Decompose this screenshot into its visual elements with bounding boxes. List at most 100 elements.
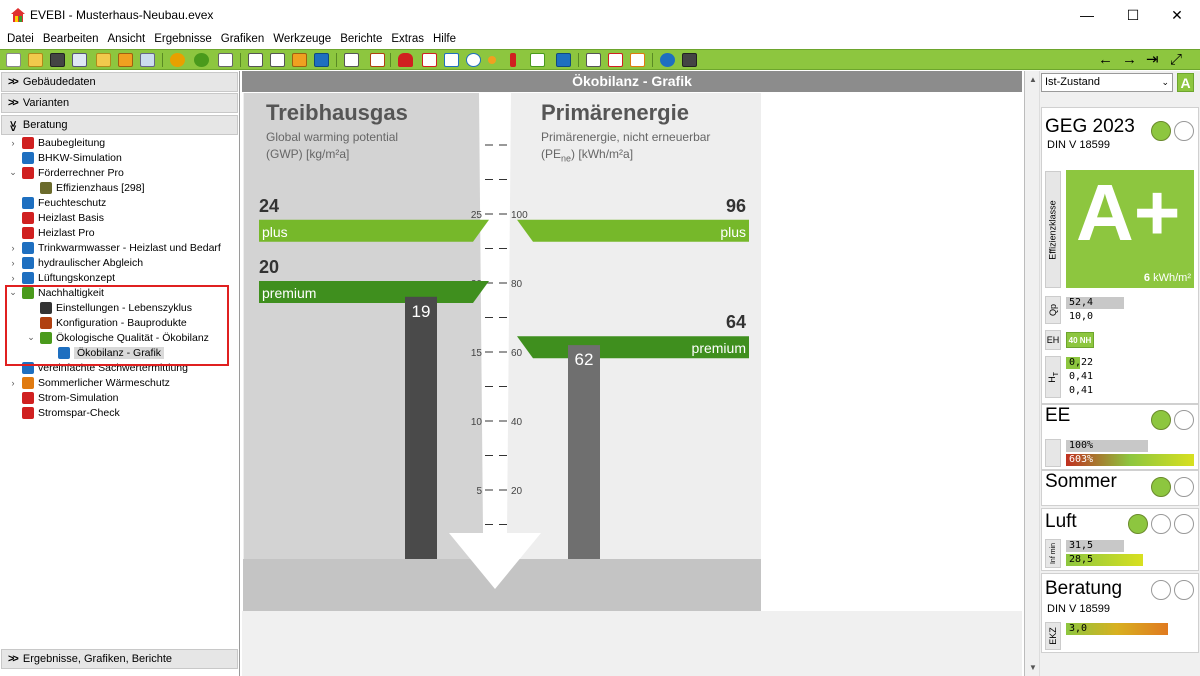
tree-item[interactable]: Strom-Simulation bbox=[8, 390, 119, 405]
section-gebaeudedaten[interactable]: >> Gebäudedaten bbox=[1, 72, 238, 92]
bhkw-icon[interactable] bbox=[556, 53, 571, 67]
nav-back-icon[interactable]: ← bbox=[1098, 50, 1113, 69]
beratung-subtitle: DIN V 18599 bbox=[1047, 603, 1110, 615]
ht-value-1: 0,22 bbox=[1069, 357, 1094, 368]
scroll-up-icon[interactable]: ▲ bbox=[1029, 75, 1037, 84]
chevron-right-icon[interactable]: › bbox=[8, 138, 18, 148]
sum-icon[interactable] bbox=[292, 53, 307, 67]
ht-value-2: 0,41 bbox=[1066, 371, 1124, 383]
tree-item[interactable]: › hydraulischer Abgleich bbox=[8, 255, 143, 270]
title-bar: EVEBI - Musterhaus-Neubau.evex — ☐ ✕ bbox=[0, 0, 1200, 30]
toolbar-separator bbox=[652, 53, 653, 67]
bricks-icon[interactable] bbox=[370, 53, 385, 67]
tree-item-label: Feuchteschutz bbox=[38, 196, 107, 209]
luft-card: Luft Inf min 31,5 28,5 bbox=[1041, 508, 1199, 571]
scroll-down-icon[interactable]: ▼ bbox=[1029, 663, 1037, 672]
ee-label bbox=[1045, 439, 1061, 467]
toolbar-separator bbox=[578, 53, 579, 67]
leaf-house-icon[interactable] bbox=[530, 53, 545, 67]
sun-icon[interactable] bbox=[488, 56, 496, 64]
right-tick-label: 60 bbox=[511, 348, 523, 359]
pe-premium-value: 64 bbox=[726, 312, 746, 332]
undo-icon[interactable] bbox=[170, 53, 185, 67]
toolbar-separator bbox=[390, 53, 391, 67]
save-icon[interactable] bbox=[50, 53, 65, 67]
ee-value-1: 100% bbox=[1066, 440, 1148, 452]
tree-item-label: Strom-Simulation bbox=[38, 391, 119, 404]
heizlast-icon[interactable] bbox=[422, 53, 437, 67]
chevron-right-icon[interactable]: › bbox=[8, 243, 18, 253]
export-icon[interactable] bbox=[118, 53, 133, 67]
report-icon[interactable] bbox=[270, 53, 285, 67]
geg-subtitle: DIN V 18599 bbox=[1047, 139, 1110, 151]
fan-icon[interactable] bbox=[466, 53, 481, 67]
menu-ergebnisse[interactable]: Ergebnisse bbox=[151, 33, 218, 45]
menu-berichte[interactable]: Berichte bbox=[337, 33, 388, 45]
water-drop-icon bbox=[22, 241, 34, 254]
tree-item[interactable]: Heizlast Basis bbox=[8, 210, 104, 225]
menu-werkzeuge[interactable]: Werkzeuge bbox=[270, 33, 337, 45]
pipe-icon bbox=[22, 256, 34, 269]
menu-datei[interactable]: Datei bbox=[4, 33, 40, 45]
new-file-icon[interactable] bbox=[6, 53, 21, 67]
tree-item[interactable]: Effizienzhaus [298] bbox=[26, 180, 145, 195]
tree-item[interactable]: Feuchteschutz bbox=[8, 195, 106, 210]
folder-up-icon[interactable] bbox=[96, 53, 111, 67]
efficiency-class: A+ bbox=[1076, 168, 1181, 257]
section-beratung[interactable]: >> Beratung bbox=[1, 115, 238, 135]
inf-min-label: Inf min bbox=[1045, 539, 1061, 568]
section-label: Ergebnisse, Grafiken, Berichte bbox=[22, 653, 173, 665]
menu-grafiken[interactable]: Grafiken bbox=[218, 33, 270, 45]
menu-hilfe[interactable]: Hilfe bbox=[430, 33, 462, 45]
minimize-button[interactable]: — bbox=[1064, 0, 1110, 30]
content-panel: Ökobilanz - Grafik Treibhausgas Global w… bbox=[242, 71, 1022, 676]
chevron-right-icon[interactable]: › bbox=[8, 378, 18, 388]
calculator-icon[interactable] bbox=[586, 53, 601, 67]
help-icon[interactable] bbox=[660, 53, 675, 67]
pe-plus-label: plus bbox=[720, 224, 746, 240]
tree-item[interactable]: › Sommerlicher Wärmeschutz bbox=[8, 375, 170, 390]
section-varianten[interactable]: >> Varianten bbox=[1, 93, 238, 113]
section-ergebnisse[interactable]: >> Ergebnisse, Grafiken, Berichte bbox=[1, 649, 238, 669]
expand-icon[interactable]: ⤢ bbox=[1170, 50, 1182, 69]
tree-item[interactable]: › Lüftungskonzept bbox=[8, 270, 115, 285]
tree-item[interactable]: Stromspar-Check bbox=[8, 405, 120, 420]
tree-item[interactable]: › Trinkwarmwasser - Heizlast und Bedarf bbox=[8, 240, 221, 255]
right-tick-label: 20 bbox=[511, 486, 523, 497]
menu-bearbeiten[interactable]: Bearbeiten bbox=[40, 33, 105, 45]
tree-item[interactable]: ⌄ Förderrechner Pro bbox=[8, 165, 124, 180]
tree-item[interactable]: › Baubegleitung bbox=[8, 135, 105, 150]
nav-forward-icon[interactable]: → bbox=[1122, 50, 1137, 69]
house-check-icon[interactable] bbox=[630, 53, 645, 67]
sum-blue-icon[interactable] bbox=[314, 53, 329, 67]
vertical-scrollbar[interactable]: ▲ ▼ bbox=[1026, 71, 1040, 676]
calc-house-icon[interactable] bbox=[608, 53, 623, 67]
hierarchy-icon[interactable] bbox=[344, 53, 359, 67]
open-folder-icon[interactable] bbox=[28, 53, 43, 67]
status-circle-empty bbox=[1174, 580, 1194, 600]
tree-item[interactable]: BHKW-Simulation bbox=[8, 150, 122, 165]
a-badge-button[interactable]: A bbox=[1177, 73, 1194, 92]
tree-item[interactable]: Heizlast Pro bbox=[8, 225, 95, 240]
tree-item-label: Heizlast Pro bbox=[38, 226, 95, 239]
lightning-icon[interactable] bbox=[510, 53, 516, 67]
status-circle-empty bbox=[1151, 514, 1171, 534]
document-icon[interactable] bbox=[248, 53, 263, 67]
menu-extras[interactable]: Extras bbox=[388, 33, 430, 45]
close-button[interactable]: ✕ bbox=[1154, 0, 1200, 30]
maximize-button[interactable]: ☐ bbox=[1110, 0, 1156, 30]
nav-last-icon[interactable]: ⇥ bbox=[1146, 50, 1159, 69]
phone-icon[interactable] bbox=[682, 53, 697, 67]
helmet-icon[interactable] bbox=[398, 53, 413, 67]
menu-ansicht[interactable]: Ansicht bbox=[104, 33, 151, 45]
chevron-right-icon[interactable]: › bbox=[8, 273, 18, 283]
pipe-icon[interactable] bbox=[444, 53, 459, 67]
copy-icon[interactable] bbox=[72, 53, 87, 67]
chevron-down-icon[interactable]: ⌄ bbox=[8, 167, 18, 178]
import-icon[interactable] bbox=[140, 53, 155, 67]
chevron-right-icon[interactable]: › bbox=[8, 258, 18, 268]
magic-wand-icon[interactable] bbox=[218, 53, 233, 67]
content-bottom bbox=[242, 611, 1022, 676]
state-select[interactable]: Ist-Zustand ⌄ bbox=[1041, 73, 1173, 92]
redo-icon[interactable] bbox=[194, 53, 209, 67]
